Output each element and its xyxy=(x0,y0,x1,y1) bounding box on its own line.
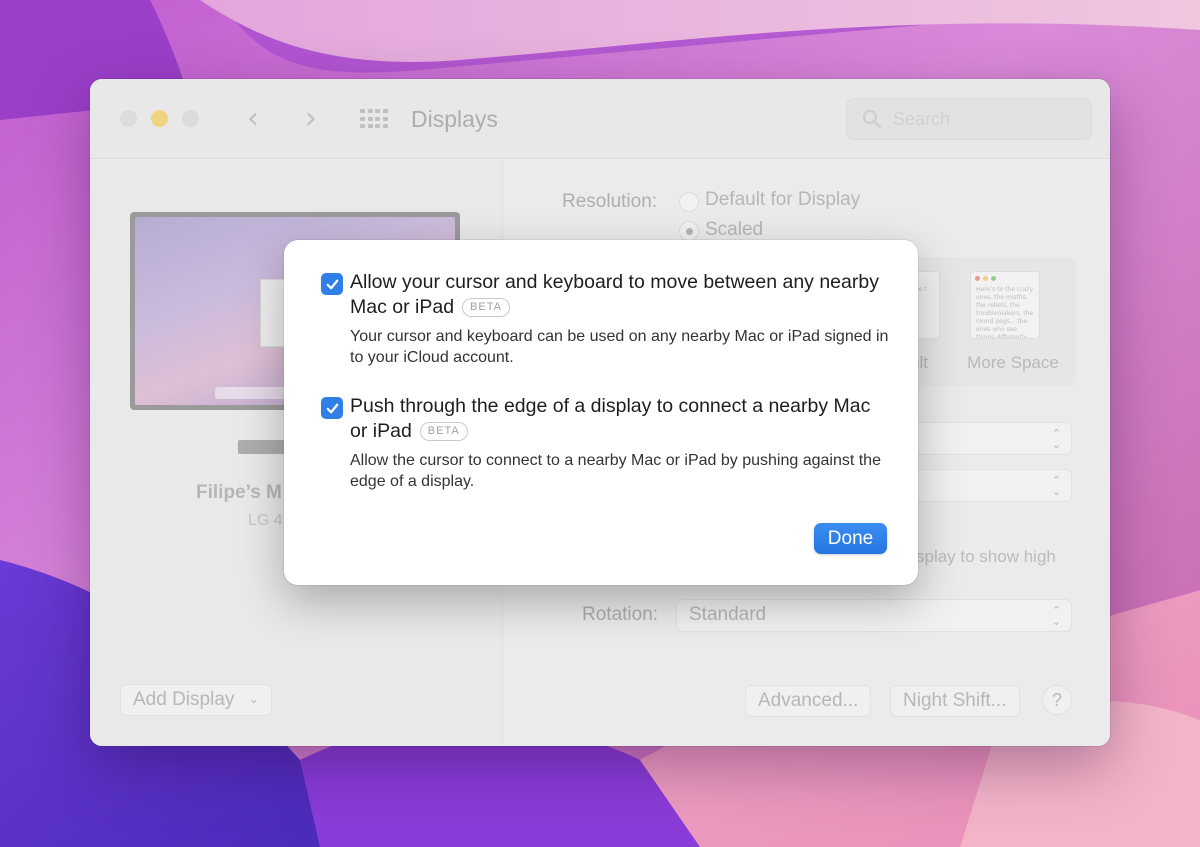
universal-control-sheet: Allow your cursor and keyboard to move b… xyxy=(284,240,918,585)
option-title: Push through the edge of a display to co… xyxy=(350,394,890,444)
checkbox-move-between-devices[interactable] xyxy=(321,273,343,295)
checkmark-icon xyxy=(326,279,338,289)
beta-badge: BETA xyxy=(419,422,468,441)
done-button[interactable]: Done xyxy=(814,523,887,554)
beta-badge: BETA xyxy=(462,298,510,317)
option-description: Your cursor and keyboard can be used on … xyxy=(350,328,889,366)
checkmark-icon xyxy=(326,403,338,413)
option-title-text: Allow your cursor and keyboard to move b… xyxy=(350,271,879,318)
option-description: Allow the cursor to connect to a nearby … xyxy=(350,452,881,490)
checkbox-push-through-edge[interactable] xyxy=(321,397,343,419)
option-title: Allow your cursor and keyboard to move b… xyxy=(350,270,890,320)
